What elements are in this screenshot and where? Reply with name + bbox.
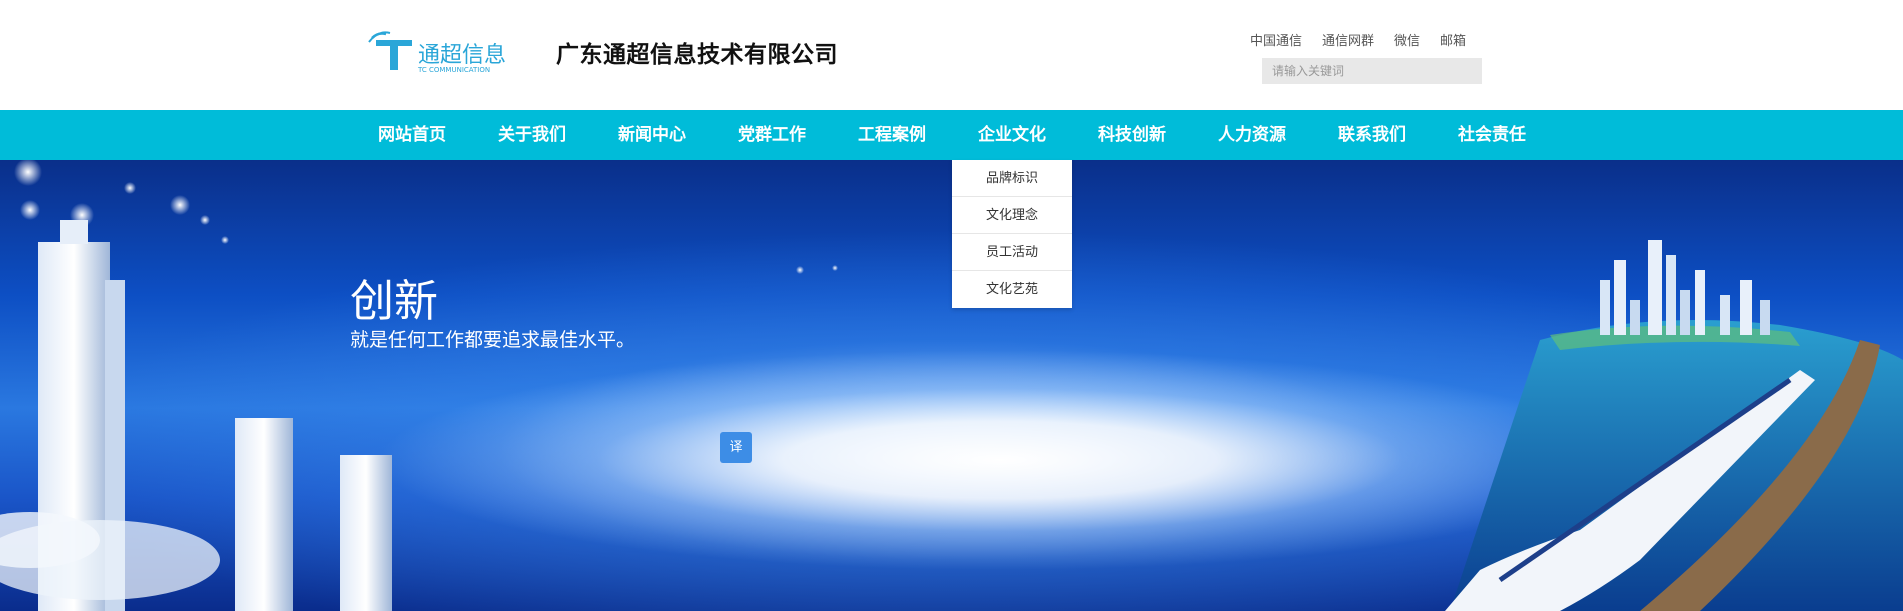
light-flare [14,160,42,186]
top-links: 中国通信 通信网群 微信 邮箱 [1250,30,1466,49]
light-flare [170,195,190,215]
building-left-low [235,418,293,611]
nav-item-cases[interactable]: 工程案例 [848,110,936,160]
nav-item-hr[interactable]: 人力资源 [1208,110,1296,160]
skyscraper-top [60,220,88,244]
nav-item-responsibility[interactable]: 社会责任 [1448,110,1536,160]
main-nav: 网站首页 关于我们 新闻中心 党群工作 工程案例 企业文化 科技创新 人力资源 … [0,110,1903,160]
company-name: 广东通超信息技术有限公司 [556,42,838,68]
nav-item-innovation[interactable]: 科技创新 [1088,110,1176,160]
dropdown-item-arts[interactable]: 文化艺苑 [952,271,1072,308]
city-tower [1648,240,1662,335]
logo-subtext: TC COMMUNICATION [417,66,490,74]
light-flare [124,182,136,194]
top-link-comm-network[interactable]: 通信网群 [1322,30,1374,49]
top-link-china-comm[interactable]: 中国通信 [1250,30,1302,49]
nav-item-party[interactable]: 党群工作 [728,110,816,160]
culture-dropdown-menu: 品牌标识 文化理念 员工活动 文化艺苑 [952,160,1072,308]
light-flare [200,215,210,225]
nav-item-news[interactable]: 新闻中心 [608,110,696,160]
building-left-small [340,455,392,611]
dropdown-item-philosophy[interactable]: 文化理念 [952,197,1072,234]
logo-text: 通超信息 [418,43,506,68]
city-tower [1695,270,1705,335]
city-tower [1760,300,1770,335]
nav-item-culture[interactable]: 企业文化 [968,110,1056,160]
light-flare [796,266,804,274]
light-flare [221,236,229,244]
dropdown-item-activities[interactable]: 员工活动 [952,234,1072,271]
logo-graphic: 通超信息 TC COMMUNICATION [368,31,506,74]
search-input[interactable] [1262,58,1482,84]
city-tower [1740,280,1752,335]
top-link-mailbox[interactable]: 邮箱 [1440,30,1466,49]
nav-item-contact[interactable]: 联系我们 [1328,110,1416,160]
translate-button[interactable]: 译 [720,432,752,463]
banner-subtitle: 就是任何工作都要追求最佳水平。 [350,329,636,351]
light-flare [20,200,40,220]
city-tower [1720,295,1730,335]
top-link-wechat[interactable]: 微信 [1394,30,1420,49]
nav-item-home[interactable]: 网站首页 [368,110,456,160]
nav-item-about[interactable]: 关于我们 [488,110,576,160]
city-tower [1600,280,1610,335]
city-tower [1666,255,1676,335]
city-tower [1614,260,1626,335]
site-header: 通超信息 TC COMMUNICATION 广东通超信息技术有限公司 中国通信 … [0,0,1903,110]
city-tower [1680,290,1690,335]
light-flare [832,265,838,271]
city-tower [1630,300,1640,335]
banner-title: 创新 [350,276,438,327]
company-logo[interactable]: 通超信息 TC COMMUNICATION [368,30,538,76]
dropdown-item-brand[interactable]: 品牌标识 [952,160,1072,197]
